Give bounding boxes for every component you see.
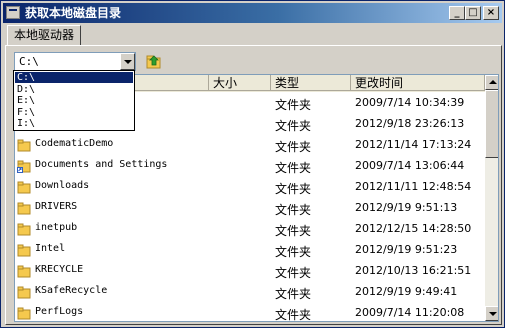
file-modified: 2012/9/19 9:49:41 [355, 285, 458, 298]
file-type: 文件夹 [275, 203, 312, 217]
up-folder-icon[interactable] [145, 52, 163, 70]
file-type: 文件夹 [275, 161, 312, 175]
file-modified: 2009/7/14 10:34:39 [355, 96, 465, 109]
file-name: CodematicDemo [35, 138, 114, 149]
file-modified: 2012/11/11 12:48:54 [355, 180, 472, 193]
dropdown-option[interactable]: E:\ [15, 95, 133, 106]
file-type: 文件夹 [275, 287, 312, 301]
file-type: 文件夹 [275, 308, 312, 322]
folder-icon [17, 307, 31, 320]
shortcut-folder-icon [17, 160, 31, 173]
file-type: 文件夹 [275, 245, 312, 259]
vertical-scrollbar[interactable] [485, 75, 498, 321]
file-type: 文件夹 [275, 140, 312, 154]
file-modified: 2012/9/19 9:51:13 [355, 201, 458, 214]
folder-icon [17, 223, 31, 236]
file-name: Downloads [35, 180, 90, 191]
file-modified: 2012/9/18 23:26:13 [355, 117, 465, 130]
table-row[interactable]: KSafeRecycle 文件夹 2012/9/19 9:49:41 [15, 282, 485, 303]
file-modified: 2012/10/13 16:21:51 [355, 264, 472, 277]
file-name: KRECYCLE [35, 264, 84, 275]
column-header-size[interactable]: 大小 [209, 75, 271, 91]
column-header-modified[interactable]: 更改时间 [351, 75, 485, 91]
file-name: KSafeRecycle [35, 285, 108, 296]
table-row[interactable]: Downloads 文件夹 2012/11/11 12:48:54 [15, 177, 485, 198]
maximize-button[interactable]: □ [465, 6, 481, 20]
close-button[interactable]: × [483, 6, 499, 20]
file-type: 文件夹 [275, 182, 312, 196]
folder-icon [17, 286, 31, 299]
window-app-icon [6, 6, 20, 19]
file-name: DRIVERS [35, 201, 78, 212]
scroll-down-button[interactable] [485, 306, 498, 321]
folder-icon [17, 265, 31, 278]
file-modified: 2009/7/14 11:20:08 [355, 306, 465, 319]
file-name: Documents and Settings [35, 159, 168, 170]
file-modified: 2012/12/15 14:28:50 [355, 222, 472, 235]
title-bar[interactable]: 获取本地磁盘目录 _ □ × [3, 3, 502, 23]
file-type: 文件夹 [275, 119, 312, 133]
table-row[interactable]: PerfLogs 文件夹 2009/7/14 11:20:08 [15, 303, 485, 322]
drive-combobox[interactable]: C:\ [14, 52, 136, 71]
dropdown-option[interactable]: I:\ [15, 118, 133, 129]
tab-local-drives[interactable]: 本地驱动器 [7, 25, 82, 45]
table-row[interactable]: KRECYCLE 文件夹 2012/10/13 16:21:51 [15, 261, 485, 282]
chevron-down-icon[interactable] [120, 53, 135, 70]
main-window: 获取本地磁盘目录 _ □ × 本地驱动器 C:\ 大小 类型 更改时间 文件夹 2… [0, 0, 505, 328]
file-modified: 2012/11/14 17:13:24 [355, 138, 472, 151]
drive-combobox-value: C:\ [19, 55, 39, 68]
file-modified: 2012/9/19 9:51:23 [355, 243, 458, 256]
table-row[interactable]: inetpub 文件夹 2012/12/15 14:28:50 [15, 219, 485, 240]
file-name: PerfLogs [35, 306, 84, 317]
table-row[interactable]: Intel 文件夹 2012/9/19 9:51:23 [15, 240, 485, 261]
file-name: Intel [35, 243, 66, 254]
table-row[interactable]: CodematicDemo 文件夹 2012/11/14 17:13:24 [15, 135, 485, 156]
file-type: 文件夹 [275, 224, 312, 238]
window-title: 获取本地磁盘目录 [25, 6, 122, 20]
minimize-button[interactable]: _ [449, 6, 465, 20]
scroll-thumb[interactable] [485, 90, 498, 158]
file-type: 文件夹 [275, 98, 312, 112]
dropdown-option[interactable]: D:\ [15, 84, 133, 95]
table-row[interactable]: DRIVERS 文件夹 2012/9/19 9:51:13 [15, 198, 485, 219]
tab-strip: 本地驱动器 [3, 25, 502, 45]
folder-icon [17, 139, 31, 152]
table-row[interactable]: Documents and Settings 文件夹 2009/7/14 13:06… [15, 156, 485, 177]
drive-dropdown-list: C:\ D:\ E:\ F:\ I:\ [13, 70, 135, 131]
file-name: inetpub [35, 222, 78, 233]
folder-icon [17, 181, 31, 194]
scroll-up-button[interactable] [485, 75, 498, 90]
dropdown-option[interactable]: F:\ [15, 107, 133, 118]
folder-icon [17, 244, 31, 257]
file-type: 文件夹 [275, 266, 312, 280]
folder-icon [17, 202, 31, 215]
column-header-type[interactable]: 类型 [271, 75, 351, 91]
file-modified: 2009/7/14 13:06:44 [355, 159, 465, 172]
dropdown-option[interactable]: C:\ [15, 72, 133, 83]
